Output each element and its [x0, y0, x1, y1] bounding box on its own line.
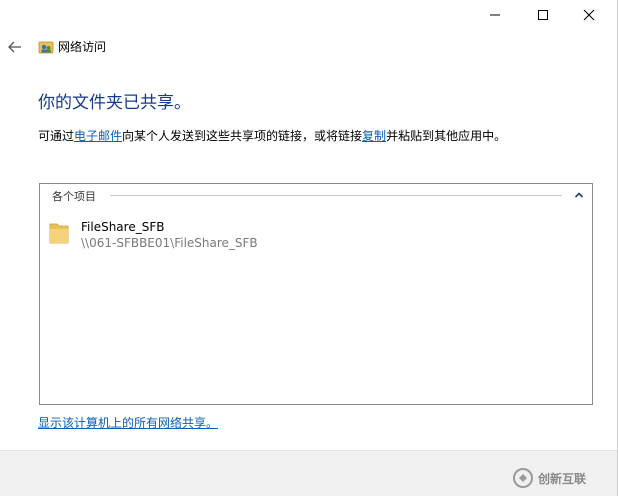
maximize-button[interactable]	[520, 0, 566, 30]
watermark-text: 创新互联	[538, 471, 587, 486]
minimize-button[interactable]	[472, 0, 518, 30]
desc-prefix: 可通过	[38, 129, 75, 143]
show-all-shares-link[interactable]: 显示该计算机上的所有网络共享。	[38, 414, 218, 431]
group-title: 各个项目	[52, 190, 96, 203]
breadcrumb: 网络访问	[58, 40, 107, 54]
chevron-up-icon	[574, 192, 584, 198]
share-dialog-window: 网络访问 你的文件夹已共享。 可通过电子邮件向某个人发送到这些共享项的链接，或将…	[0, 0, 618, 496]
email-link[interactable]: 电子邮件	[74, 129, 122, 143]
group-divider	[110, 195, 562, 196]
watermark: 创新互联	[512, 460, 618, 496]
item-name: FileShare_SFB	[81, 220, 165, 234]
network-share-icon	[38, 41, 54, 54]
item-path: \\061-SFBBE01\FileShare_SFB	[81, 236, 258, 250]
collapse-group-button[interactable]	[572, 188, 586, 202]
close-button[interactable]	[566, 0, 612, 30]
page-title: 你的文件夹已共享。	[38, 93, 191, 113]
shared-items-panel: 各个项目 FileShare_SFB \\061-SFBBE01\FileSha…	[39, 183, 593, 405]
back-button[interactable]	[4, 36, 26, 58]
desc-middle: 向某个人发送到这些共享项的链接，或将链接	[122, 129, 363, 143]
minimize-icon	[490, 14, 500, 16]
desc-suffix: 并粘贴到其他应用中。	[386, 129, 507, 143]
copy-link[interactable]: 复制	[362, 129, 386, 143]
list-item[interactable]: FileShare_SFB \\061-SFBBE01\FileShare_SF…	[48, 216, 348, 256]
share-description: 可通过电子邮件向某个人发送到这些共享项的链接，或将链接复制并粘贴到其他应用中。	[38, 127, 506, 144]
folder-icon	[49, 223, 69, 244]
back-arrow-icon	[8, 41, 21, 53]
group-header[interactable]: 各个项目	[40, 184, 592, 206]
maximize-icon	[538, 10, 548, 20]
close-icon	[583, 9, 595, 21]
brand-logo-icon	[513, 468, 533, 488]
